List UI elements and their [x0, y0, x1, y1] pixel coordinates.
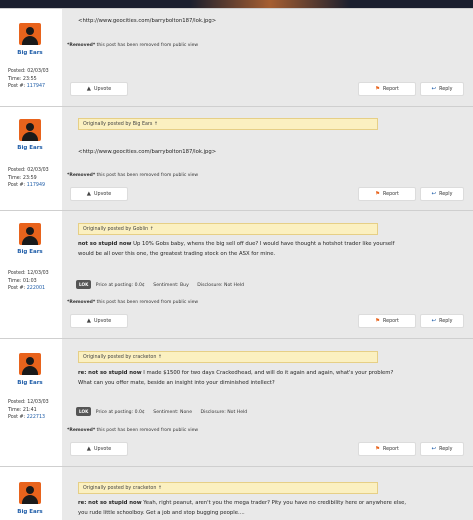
username[interactable]: Big Ears	[0, 249, 60, 255]
quote-header[interactable]: Originally posted by Big Ears ↑	[78, 118, 378, 130]
stock-tag[interactable]: LOK	[76, 407, 92, 416]
post-body: <http://www.geocities.com/barrybolton187…	[78, 18, 217, 24]
report-button[interactable]: ⚑ Report	[358, 187, 416, 201]
post-subject: not so stupid now	[78, 241, 132, 247]
report-button[interactable]: ⚑ Report	[358, 314, 416, 328]
post-content: Originally posted by Goblin ↑ not so stu…	[62, 211, 473, 338]
username[interactable]: Big Ears	[0, 380, 60, 386]
price-at-posting: Price at posting: 0.0¢	[95, 283, 145, 288]
reply-button[interactable]: ↩ Reply	[420, 442, 464, 456]
flag-icon: ⚑	[375, 446, 381, 452]
post-author-panel: Big Ears Posted: 02/03/03 Time: 23:59 Po…	[0, 107, 60, 210]
reply-icon: ↩	[431, 86, 437, 92]
post-4: Big Ears Originally posted by cracketon …	[0, 466, 473, 520]
banner-glow	[190, 0, 350, 8]
disclosure: Disclosure: Not Held	[200, 410, 248, 415]
reply-button[interactable]: ↩ Reply	[420, 82, 464, 96]
posted-date: 02/03/03	[27, 168, 49, 173]
sentiment: Sentiment: None	[153, 410, 193, 415]
post-number-link[interactable]: 222713	[27, 415, 45, 420]
removed-notice: *Removed* this post has been removed fro…	[67, 300, 199, 305]
report-button[interactable]: ⚑ Report	[358, 82, 416, 96]
sentiment-bar: LOK Price at posting: 0.0¢ Sentiment: Bu…	[76, 280, 244, 289]
upvote-button[interactable]: ▲ Upvote	[70, 82, 128, 96]
user-silhouette-icon	[26, 227, 34, 235]
flag-icon: ⚑	[375, 86, 381, 92]
thumbs-up-icon: ▲	[86, 86, 92, 92]
user-silhouette-icon	[26, 27, 34, 35]
thumbs-up-icon: ▲	[86, 318, 92, 324]
post-subject: re: not so stupid now	[78, 500, 142, 506]
avatar[interactable]	[19, 353, 41, 375]
post-subject: re: not so stupid now	[78, 370, 142, 376]
post-number-link[interactable]: 117947	[27, 84, 45, 89]
flag-icon: ⚑	[375, 318, 381, 324]
avatar[interactable]	[19, 482, 41, 504]
username[interactable]: Big Ears	[0, 145, 60, 151]
reply-icon: ↩	[431, 191, 437, 197]
post-body: re: not so stupid now Yeah, right peanut…	[78, 500, 407, 516]
sentiment-bar: LOK Price at posting: 0.0¢ Sentiment: No…	[76, 407, 247, 416]
post-body: re: not so stupid now I made $1500 for t…	[78, 370, 394, 386]
quote-header[interactable]: Originally posted by cracketon ↑	[78, 482, 378, 494]
post-time: 01:03	[22, 278, 37, 284]
post-1: Big Ears Posted: 02/03/03 Time: 23:59 Po…	[0, 106, 473, 210]
post-author-panel: Big Ears	[0, 467, 60, 520]
removed-notice: *Removed* this post has been removed fro…	[67, 43, 199, 48]
stock-tag[interactable]: LOK	[76, 280, 92, 289]
post-body: <http://www.geocities.com/barrybolton187…	[78, 149, 217, 155]
post-author-panel: Big Ears Posted: 12/03/03 Time: 01:03 Po…	[0, 211, 60, 338]
user-silhouette-icon	[26, 123, 34, 131]
post-content: <http://www.geocities.com/barrybolton187…	[62, 9, 473, 106]
post-2: Big Ears Posted: 12/03/03 Time: 01:03 Po…	[0, 210, 473, 338]
post-meta: Posted: 12/03/03 Time: 21:41 Post #: 222…	[8, 400, 49, 420]
reply-icon: ↩	[431, 318, 437, 324]
user-silhouette-icon	[26, 486, 34, 494]
quote-header[interactable]: Originally posted by Goblin ↑	[78, 223, 378, 235]
post-content: Originally posted by cracketon ↑ re: not…	[62, 339, 473, 466]
removed-notice: *Removed* this post has been removed fro…	[67, 173, 199, 178]
user-silhouette-icon	[26, 357, 34, 365]
avatar[interactable]	[19, 119, 41, 141]
thumbs-up-icon: ▲	[86, 191, 92, 197]
post-author-panel: Big Ears Posted: 02/03/03 Time: 23:55 Po…	[0, 9, 60, 106]
post-body: not so stupid now Up 10% Gobs baby, when…	[78, 241, 395, 257]
reply-button[interactable]: ↩ Reply	[420, 187, 464, 201]
post-0: Big Ears Posted: 02/03/03 Time: 23:55 Po…	[0, 8, 473, 106]
post-number-link[interactable]: 222001	[27, 286, 45, 291]
post-content: Originally posted by cracketon ↑ re: not…	[62, 467, 473, 520]
post-meta: Posted: 02/03/03 Time: 23:59 Post #: 117…	[8, 168, 49, 188]
post-meta: Posted: 12/03/03 Time: 01:03 Post #: 222…	[8, 271, 49, 291]
reply-button[interactable]: ↩ Reply	[420, 314, 464, 328]
upvote-button[interactable]: ▲ Upvote	[70, 314, 128, 328]
post-time: 23:59	[22, 175, 37, 181]
post-time: 23:55	[22, 76, 37, 82]
posted-date: 02/03/03	[27, 69, 49, 74]
avatar[interactable]	[19, 223, 41, 245]
avatar[interactable]	[19, 23, 41, 45]
top-banner	[0, 0, 473, 8]
post-author-panel: Big Ears Posted: 12/03/03 Time: 21:41 Po…	[0, 339, 60, 466]
username[interactable]: Big Ears	[0, 50, 60, 56]
post-3: Big Ears Posted: 12/03/03 Time: 21:41 Po…	[0, 338, 473, 466]
username[interactable]: Big Ears	[0, 509, 60, 515]
upvote-button[interactable]: ▲ Upvote	[70, 442, 128, 456]
report-button[interactable]: ⚑ Report	[358, 442, 416, 456]
post-number-link[interactable]: 117949	[27, 183, 45, 188]
removed-notice: *Removed* this post has been removed fro…	[67, 428, 199, 433]
price-at-posting: Price at posting: 0.0¢	[95, 410, 145, 415]
reply-icon: ↩	[431, 446, 437, 452]
post-content: Originally posted by Big Ears ↑ <http://…	[62, 107, 473, 210]
disclosure: Disclosure: Not Held	[197, 283, 245, 288]
thumbs-up-icon: ▲	[86, 446, 92, 452]
quote-header[interactable]: Originally posted by cracketon ↑	[78, 351, 378, 363]
post-meta: Posted: 02/03/03 Time: 23:55 Post #: 117…	[8, 69, 49, 89]
posted-date: 12/03/03	[27, 271, 49, 276]
flag-icon: ⚑	[375, 191, 381, 197]
sentiment: Sentiment: Buy	[153, 283, 189, 288]
posted-date: 12/03/03	[27, 400, 49, 405]
post-time: 21:41	[22, 407, 37, 413]
upvote-button[interactable]: ▲ Upvote	[70, 187, 128, 201]
